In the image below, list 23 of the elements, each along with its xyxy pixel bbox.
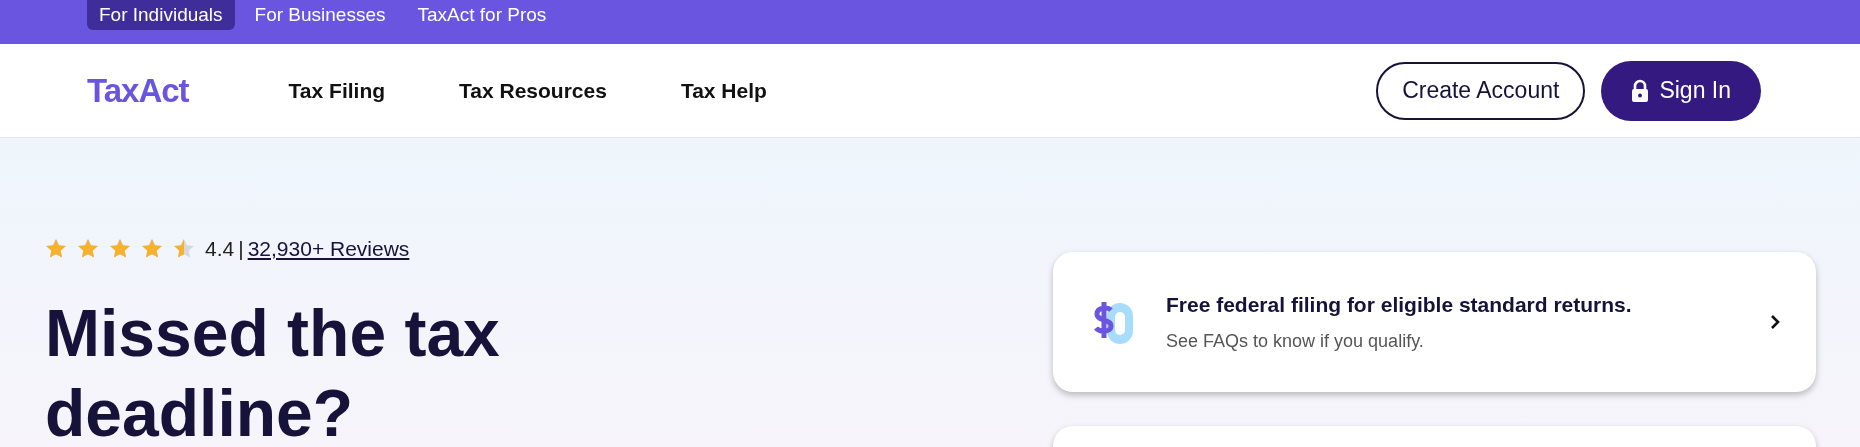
reviews-link[interactable]: 32,930+ Reviews bbox=[247, 233, 410, 265]
logo[interactable]: TaxAct bbox=[87, 65, 189, 116]
offer-title: Free federal filing for eligible standard returns. bbox=[1166, 291, 1633, 318]
offer-card[interactable]: Free federal filing for eligible standard returns. See FAQs to know if you qualify. bbox=[1053, 252, 1816, 392]
star-icon bbox=[141, 237, 163, 260]
audience-tab[interactable]: TaxAct for Pros bbox=[405, 0, 559, 30]
separator: | bbox=[238, 236, 244, 262]
star-icon bbox=[109, 237, 131, 260]
create-account-button[interactable]: Create Account bbox=[1376, 61, 1586, 120]
nav-link[interactable]: Tax Help bbox=[680, 74, 767, 107]
star-icon bbox=[45, 237, 67, 260]
nav-link[interactable]: Tax Resources bbox=[459, 74, 607, 107]
nav-link[interactable]: Tax Filing bbox=[288, 74, 386, 107]
lock-icon bbox=[1631, 78, 1650, 103]
star-icon bbox=[173, 237, 195, 260]
star-icon bbox=[77, 237, 99, 260]
rating-score: 4.4 bbox=[205, 236, 235, 262]
hero-heading: Missed the tax deadline? bbox=[45, 294, 501, 447]
chevron-right-icon bbox=[1770, 314, 1780, 330]
sign-in-button[interactable]: Sign In bbox=[1601, 60, 1761, 121]
audience-tab[interactable]: For Individuals bbox=[87, 0, 235, 30]
audience-tab[interactable]: For Businesses bbox=[242, 0, 398, 30]
offer-subtitle: See FAQs to know if you qualify. bbox=[1166, 330, 1425, 354]
